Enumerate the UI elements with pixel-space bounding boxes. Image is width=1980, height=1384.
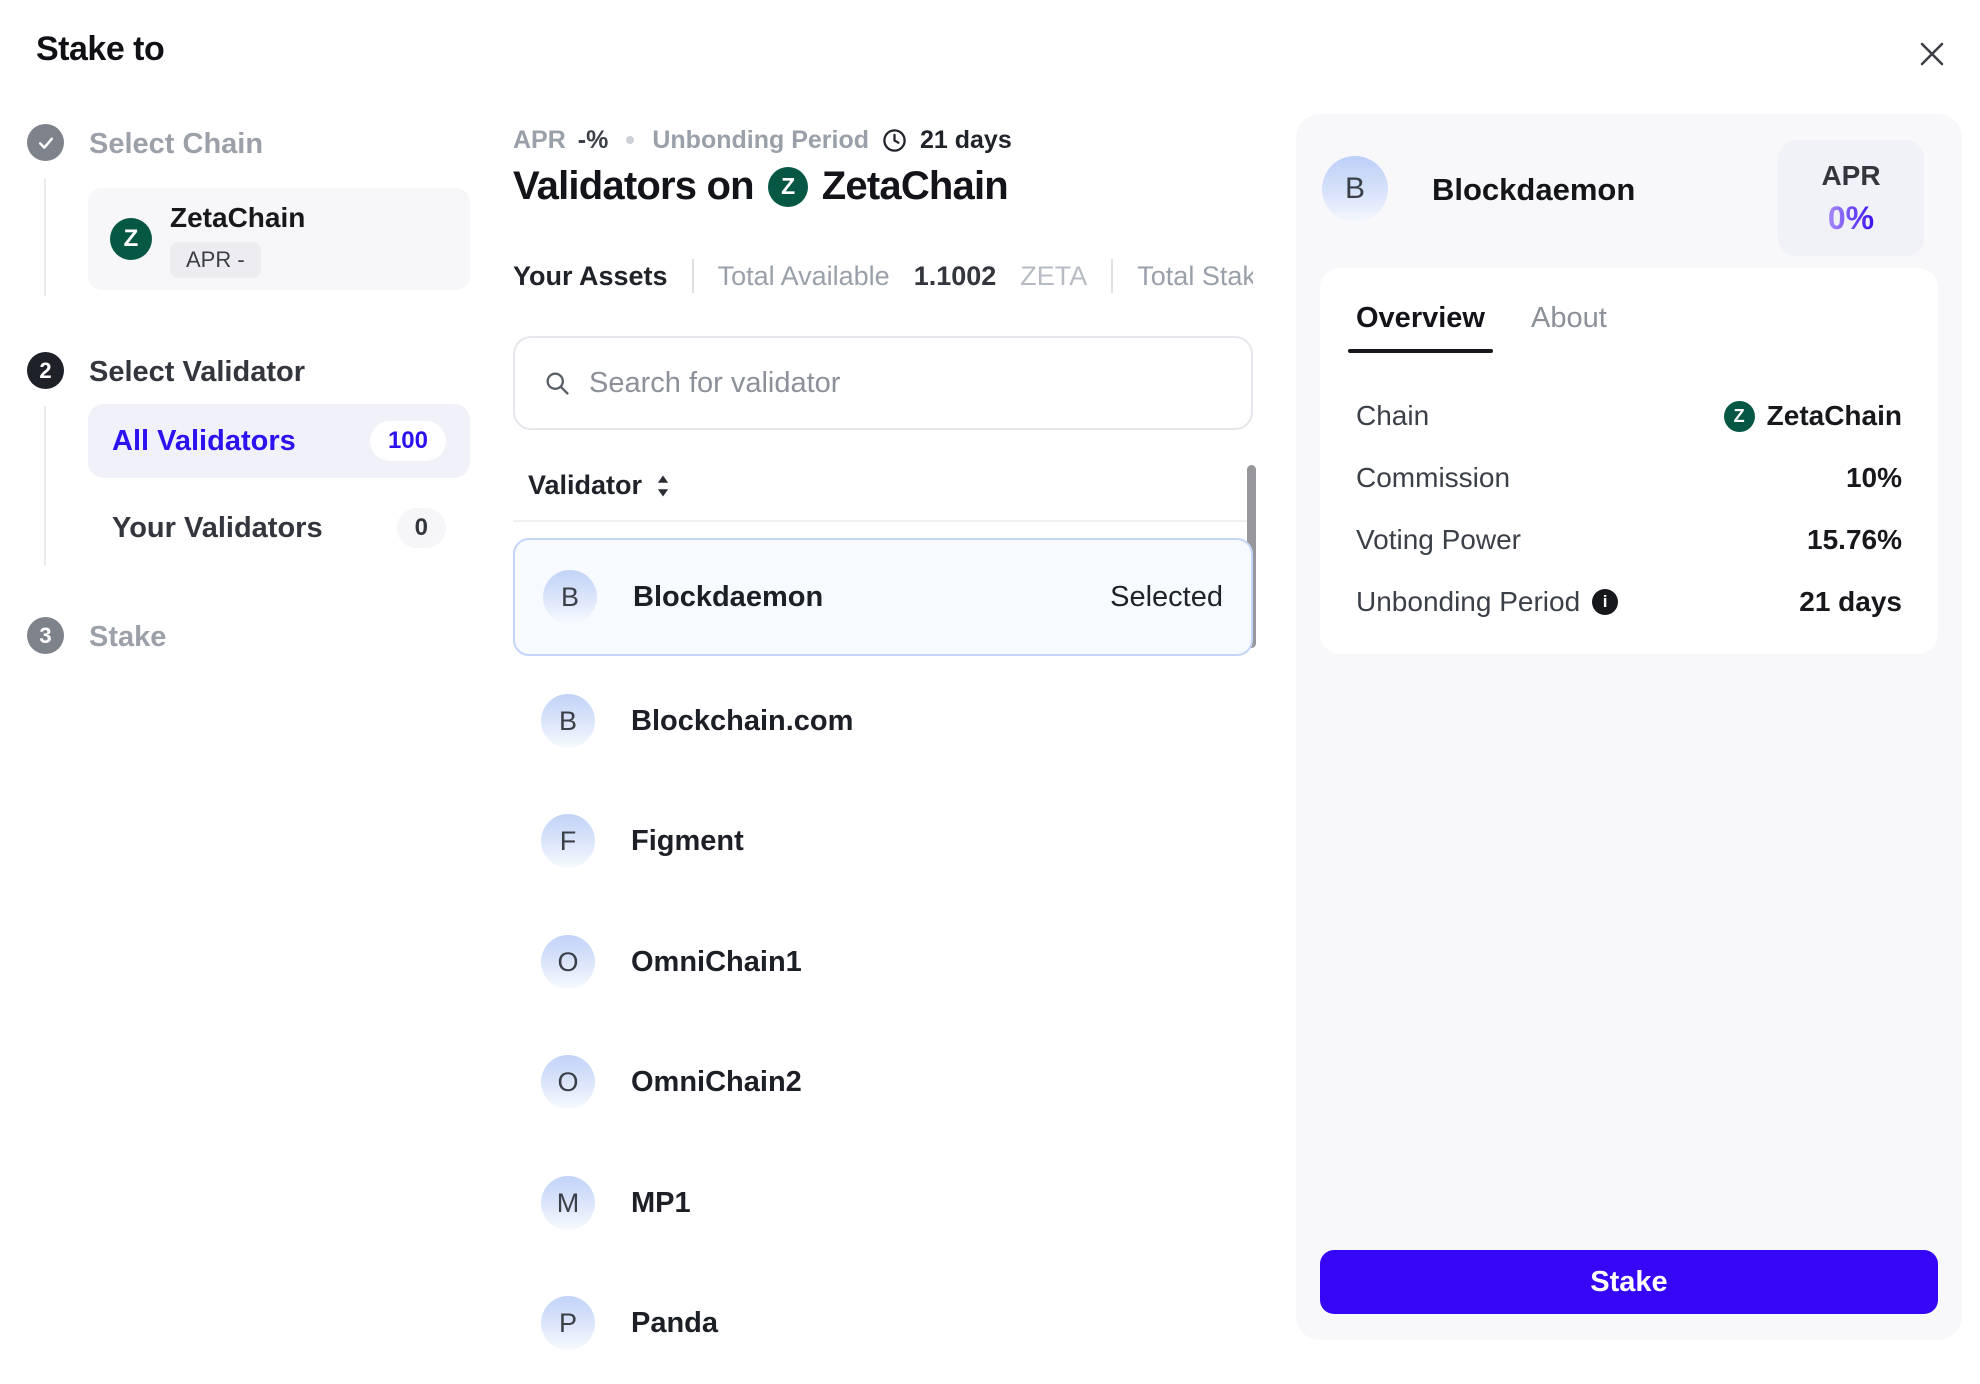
filter-your-validators-label: Your Validators xyxy=(112,512,397,545)
page-title-prefix: Validators on xyxy=(513,164,754,209)
chain-label: Chain xyxy=(1356,400,1429,432)
step3-label: Stake xyxy=(89,621,166,654)
validator-sort-header[interactable]: Validator xyxy=(528,470,670,501)
stake-button[interactable]: Stake xyxy=(1320,1250,1938,1314)
validator-avatar: M xyxy=(541,1176,595,1230)
step3-indicator: 3 xyxy=(27,617,64,654)
meta-unbonding-value: 21 days xyxy=(920,126,1012,155)
chain-meta-row: APR -% Unbonding Period 21 days xyxy=(513,122,1012,158)
commission-label: Commission xyxy=(1356,462,1510,494)
detail-apr-card: APR 0% xyxy=(1778,140,1924,256)
modal-title: Stake to xyxy=(36,30,164,69)
detail-validator-name: Blockdaemon xyxy=(1432,172,1635,208)
step3-number: 3 xyxy=(39,623,51,649)
step-connector xyxy=(44,406,46,566)
clock-icon xyxy=(881,127,908,154)
validator-row-blockchain-com[interactable]: B Blockchain.com xyxy=(513,660,1253,782)
unbonding-value: 21 days xyxy=(1799,586,1902,618)
detail-tabs: Overview About xyxy=(1356,302,1902,353)
chain-value: ZetaChain xyxy=(1767,400,1902,432)
total-staked-label: Total Stak xyxy=(1137,261,1253,292)
divider xyxy=(1111,259,1113,293)
validator-name: OmniChain2 xyxy=(631,1066,802,1099)
validator-row-figment[interactable]: F Figment xyxy=(513,780,1253,902)
validator-avatar: F xyxy=(541,814,595,868)
close-button[interactable] xyxy=(1906,28,1958,80)
detail-avatar: B xyxy=(1322,156,1388,222)
zetachain-icon: Z xyxy=(1724,401,1755,432)
search-input[interactable] xyxy=(589,367,1223,400)
detail-row-commission: Commission 10% xyxy=(1356,447,1902,509)
chain-apr-chip: APR - xyxy=(170,242,261,278)
total-available-value: 1.1002 xyxy=(914,261,997,292)
detail-row-chain: Chain Z ZetaChain xyxy=(1356,385,1902,447)
detail-apr-label: APR xyxy=(1821,160,1880,192)
validator-row-omnichain1[interactable]: O OmniChain1 xyxy=(513,901,1253,1023)
all-validators-count-badge: 100 xyxy=(370,421,446,461)
step-connector xyxy=(44,178,46,296)
your-assets-label: Your Assets xyxy=(513,261,668,292)
selected-chain-card[interactable]: Z ZetaChain APR - xyxy=(88,188,470,290)
validator-row-blockdaemon[interactable]: B Blockdaemon Selected xyxy=(513,538,1253,656)
assets-summary: Your Assets Total Available 1.1002 ZETA … xyxy=(513,256,1253,296)
step2-label: Select Validator xyxy=(89,356,305,389)
meta-apr-label: APR xyxy=(513,126,566,155)
total-available-label: Total Available xyxy=(718,261,890,292)
voting-power-value: 15.76% xyxy=(1807,524,1902,556)
step1-indicator xyxy=(27,124,64,161)
unbonding-label: Unbonding Period xyxy=(1356,586,1580,618)
detail-row-unbonding: Unbonding Period i 21 days xyxy=(1356,571,1902,633)
validator-row-mp1[interactable]: M MP1 xyxy=(513,1142,1253,1264)
sort-icon xyxy=(656,475,670,497)
validator-name: MP1 xyxy=(631,1187,691,1220)
validator-avatar: O xyxy=(541,935,595,989)
validator-name: Blockdaemon xyxy=(633,581,823,614)
step1-label: Select Chain xyxy=(89,128,263,161)
detail-row-voting-power: Voting Power 15.76% xyxy=(1356,509,1902,571)
page-title: Validators on Z ZetaChain xyxy=(513,164,1008,209)
your-validators-count-badge: 0 xyxy=(397,508,446,548)
step2-number: 2 xyxy=(39,358,51,384)
tab-about[interactable]: About xyxy=(1531,302,1607,353)
meta-unbonding-label: Unbonding Period xyxy=(652,126,869,155)
total-available-unit: ZETA xyxy=(1020,261,1087,292)
validator-name: Panda xyxy=(631,1307,718,1340)
page-title-chain: ZetaChain xyxy=(822,164,1008,209)
validator-name: OmniChain1 xyxy=(631,946,802,979)
detail-card: Overview About Chain Z ZetaChain Commiss… xyxy=(1320,268,1938,654)
divider xyxy=(692,259,694,293)
validator-search xyxy=(513,336,1253,430)
validator-avatar: B xyxy=(541,694,595,748)
close-icon xyxy=(1915,37,1949,71)
zetachain-icon: Z xyxy=(110,218,152,260)
filter-all-validators[interactable]: All Validators 100 xyxy=(88,404,470,478)
step2-indicator: 2 xyxy=(27,352,64,389)
filter-all-validators-label: All Validators xyxy=(112,425,370,458)
dot-separator xyxy=(626,136,634,144)
meta-apr-value: -% xyxy=(578,126,609,155)
validator-detail-panel: B Blockdaemon APR 0% Overview About Chai… xyxy=(1296,114,1962,1340)
validator-avatar: O xyxy=(541,1055,595,1109)
validator-avatar: B xyxy=(543,570,597,624)
validator-row-omnichain2[interactable]: O OmniChain2 xyxy=(513,1021,1253,1143)
voting-power-label: Voting Power xyxy=(1356,524,1521,556)
check-icon xyxy=(36,133,56,153)
validator-column-label: Validator xyxy=(528,470,642,501)
filter-your-validators[interactable]: Your Validators 0 xyxy=(88,496,470,560)
detail-apr-value: 0% xyxy=(1828,200,1874,237)
commission-value: 10% xyxy=(1846,462,1902,494)
validator-name: Blockchain.com xyxy=(631,705,853,738)
validator-avatar: P xyxy=(541,1296,595,1350)
chain-name: ZetaChain xyxy=(170,202,305,234)
list-divider xyxy=(513,520,1253,522)
zetachain-icon: Z xyxy=(768,167,808,207)
validator-name: Figment xyxy=(631,825,744,858)
validator-row-panda[interactable]: P Panda xyxy=(513,1262,1253,1384)
info-icon[interactable]: i xyxy=(1592,589,1618,615)
tab-overview[interactable]: Overview xyxy=(1356,302,1485,353)
search-icon xyxy=(543,369,571,397)
selected-badge: Selected xyxy=(1110,581,1223,614)
